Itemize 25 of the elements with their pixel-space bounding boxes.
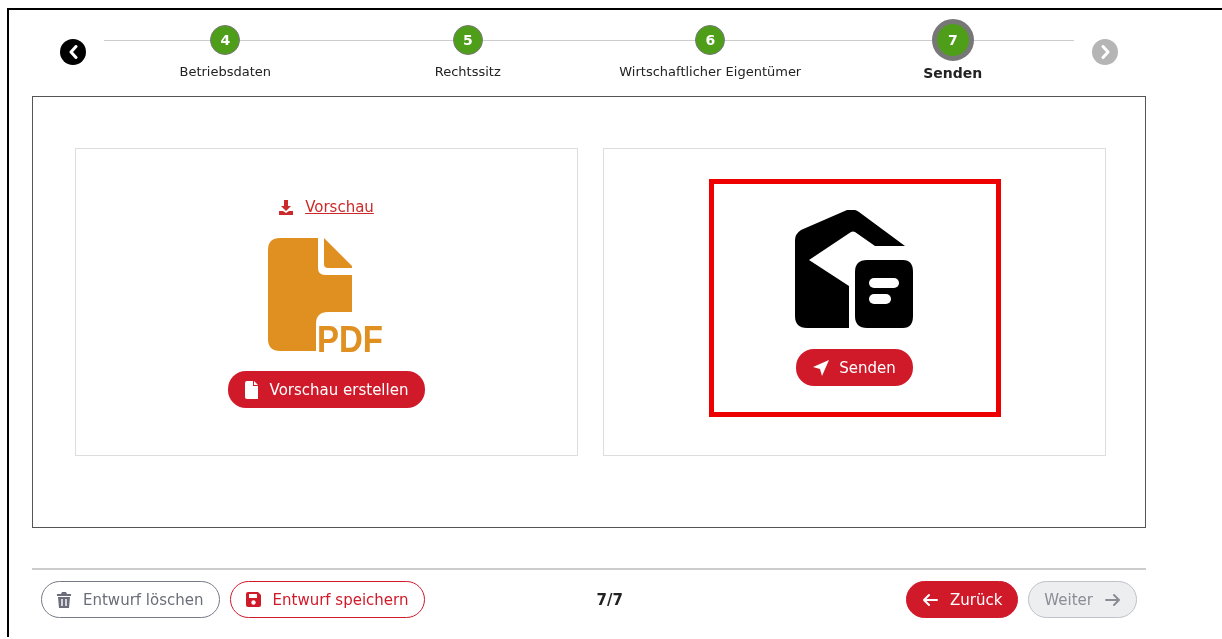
back-button[interactable]: Zurück [905, 581, 1019, 618]
send-button[interactable]: Senden [796, 349, 913, 386]
file-icon [244, 380, 260, 399]
chevron-icon [68, 45, 78, 59]
step-number[interactable]: 5 [452, 25, 483, 55]
previous-step-button[interactable] [60, 39, 86, 65]
house-document-icon [795, 210, 914, 329]
trash-icon [57, 591, 71, 608]
save-draft-button[interactable]: Entwurf speichern [229, 581, 425, 618]
step-label: Wirtschaftlicher Eigentümer [619, 64, 802, 79]
step-label: Betriebsdaten [179, 64, 271, 79]
arrow-icon [921, 591, 938, 608]
paper-plane-icon [813, 359, 830, 376]
page-indicator: 7/7 [596, 590, 623, 609]
preview-link[interactable]: Vorschau [279, 198, 374, 216]
step-label: Rechtssitz [434, 64, 501, 79]
download-icon [279, 199, 294, 215]
arrow-icon [1105, 591, 1121, 608]
step-label: Senden [923, 65, 983, 81]
step-number[interactable]: 7 [931, 19, 974, 61]
create-preview-button[interactable]: Vorschau erstellen [227, 371, 426, 408]
step-number[interactable]: 4 [210, 25, 241, 55]
delete-draft-button[interactable]: Entwurf löschen [41, 581, 220, 618]
step-number[interactable]: 6 [695, 25, 726, 55]
chevron-icon [1100, 45, 1110, 59]
